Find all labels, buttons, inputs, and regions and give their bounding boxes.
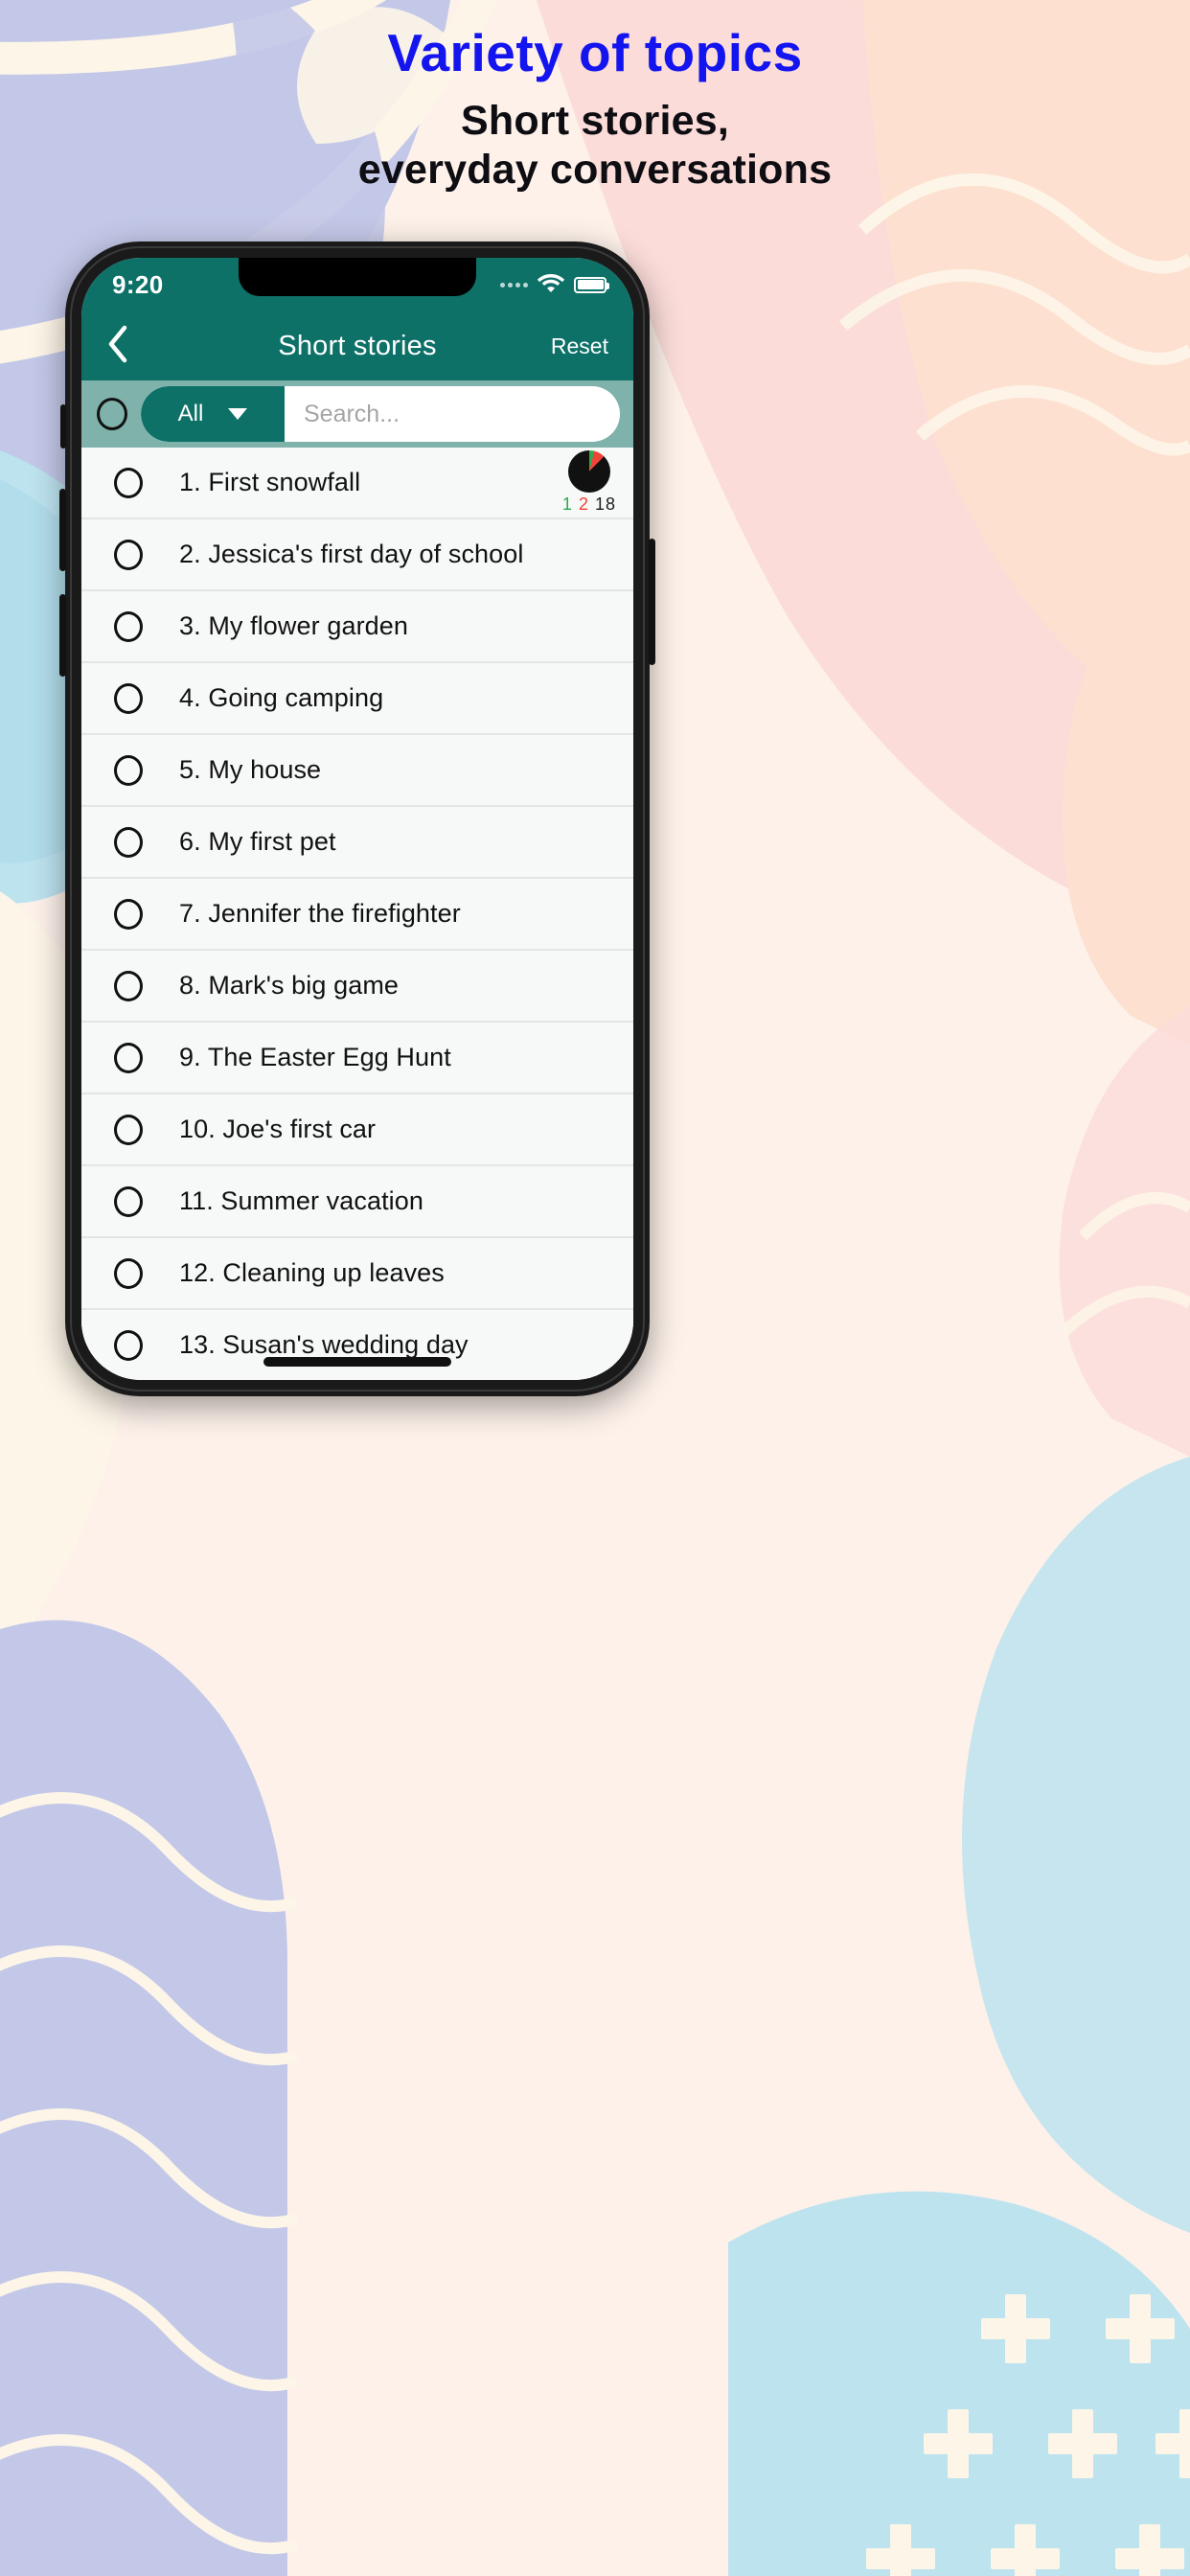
circle-unchecked-icon[interactable] xyxy=(114,1114,143,1145)
search-container: All xyxy=(141,386,620,442)
count-black: 18 xyxy=(594,494,616,514)
story-title: 10. Joe's first car xyxy=(179,1115,377,1143)
circle-unchecked-icon[interactable] xyxy=(114,1329,143,1361)
circle-unchecked-icon[interactable] xyxy=(114,682,143,714)
circle-unchecked-icon[interactable] xyxy=(114,539,143,570)
story-title: 5. My house xyxy=(179,755,322,784)
story-list-item[interactable]: 13. Susan's wedding day xyxy=(81,1310,633,1380)
progress-stats: 1 2 18 xyxy=(562,450,616,515)
story-title: 12. Cleaning up leaves xyxy=(179,1258,445,1287)
search-input[interactable] xyxy=(285,400,620,428)
story-list-item[interactable]: 3. My flower garden xyxy=(81,591,633,663)
promo-screenshot: Variety of topics Short stories, everyda… xyxy=(0,0,1190,2576)
filter-bar: All xyxy=(81,380,633,448)
notch xyxy=(239,258,476,296)
app-bar: Short stories Reset xyxy=(81,311,633,380)
story-list[interactable]: 1. First snowfall 1 2 18 2. Jessica's firs… xyxy=(81,448,633,1380)
story-list-item[interactable]: 11. Summer vacation xyxy=(81,1166,633,1238)
story-title: 11. Summer vacation xyxy=(179,1186,424,1215)
count-green: 1 xyxy=(561,494,573,514)
circle-unchecked-icon[interactable] xyxy=(114,1257,143,1289)
story-list-item[interactable]: 9. The Easter Egg Hunt xyxy=(81,1023,633,1094)
story-title: 4. Going camping xyxy=(179,683,384,712)
promo-subtitle-line-1: Short stories, xyxy=(461,98,729,145)
story-list-item[interactable]: 5. My house xyxy=(81,735,633,807)
circle-unchecked-icon[interactable] xyxy=(114,970,143,1001)
power-button[interactable] xyxy=(649,539,655,665)
story-list-item[interactable]: 10. Joe's first car xyxy=(81,1094,633,1166)
promo-title: Variety of topics xyxy=(387,23,803,82)
promo-subtitle-line-2: everyday conversations xyxy=(357,146,833,193)
category-dropdown-value: All xyxy=(177,401,204,426)
mute-switch[interactable] xyxy=(60,404,66,448)
story-title: 8. Mark's big game xyxy=(179,971,400,1000)
story-title: 9. The Easter Egg Hunt xyxy=(179,1043,451,1071)
promo-subtitle: Short stories, everyday conversations xyxy=(0,97,1190,194)
story-list-item[interactable]: 2. Jessica's first day of school xyxy=(81,519,633,591)
circle-unchecked-icon[interactable] xyxy=(114,467,143,498)
story-list-item[interactable]: 6. My first pet xyxy=(81,807,633,879)
status-clock: 9:20 xyxy=(112,269,164,299)
story-list-item[interactable]: 12. Cleaning up leaves xyxy=(81,1238,633,1310)
volume-down-button[interactable] xyxy=(59,594,66,677)
battery-icon xyxy=(574,276,609,293)
story-list-item[interactable]: 8. Mark's big game xyxy=(81,951,633,1023)
story-title: 7. Jennifer the firefighter xyxy=(179,899,461,928)
home-indicator[interactable] xyxy=(263,1357,451,1367)
select-all-circle-icon[interactable] xyxy=(97,398,127,430)
story-list-item[interactable]: 1. First snowfall 1 2 18 xyxy=(81,448,633,519)
chevron-down-icon xyxy=(228,408,248,420)
reset-button[interactable]: Reset xyxy=(551,334,608,359)
story-list-item[interactable]: 7. Jennifer the firefighter xyxy=(81,879,633,951)
story-title: 1. First snowfall xyxy=(179,468,361,496)
phone-mockup: 9:20 Short stories Reset All Search... 1… xyxy=(59,242,655,1396)
progress-counts: 1 2 18 xyxy=(562,494,616,515)
category-dropdown[interactable]: All xyxy=(141,386,285,442)
count-red: 2 xyxy=(578,494,589,514)
circle-unchecked-icon[interactable] xyxy=(114,610,143,642)
circle-unchecked-icon[interactable] xyxy=(114,754,143,786)
story-list-item[interactable]: 4. Going camping xyxy=(81,663,633,735)
circle-unchecked-icon[interactable] xyxy=(114,1185,143,1217)
story-title: 2. Jessica's first day of school xyxy=(179,540,524,568)
promo-text-block: Variety of topics Short stories, everyda… xyxy=(0,23,1190,195)
circle-unchecked-icon[interactable] xyxy=(114,826,143,858)
story-title: 3. My flower garden xyxy=(179,611,409,640)
story-title: 13. Susan's wedding day xyxy=(179,1330,469,1359)
volume-up-button[interactable] xyxy=(59,489,66,571)
signal-dots-icon xyxy=(500,282,528,288)
story-title: 6. My first pet xyxy=(179,827,336,856)
circle-unchecked-icon[interactable] xyxy=(114,1042,143,1073)
circle-unchecked-icon[interactable] xyxy=(114,898,143,930)
phone-screen: 9:20 Short stories Reset All Search... 1… xyxy=(81,258,633,1380)
progress-pie-chart-icon xyxy=(567,450,610,493)
status-indicators xyxy=(500,272,609,298)
wifi-icon xyxy=(537,272,565,298)
